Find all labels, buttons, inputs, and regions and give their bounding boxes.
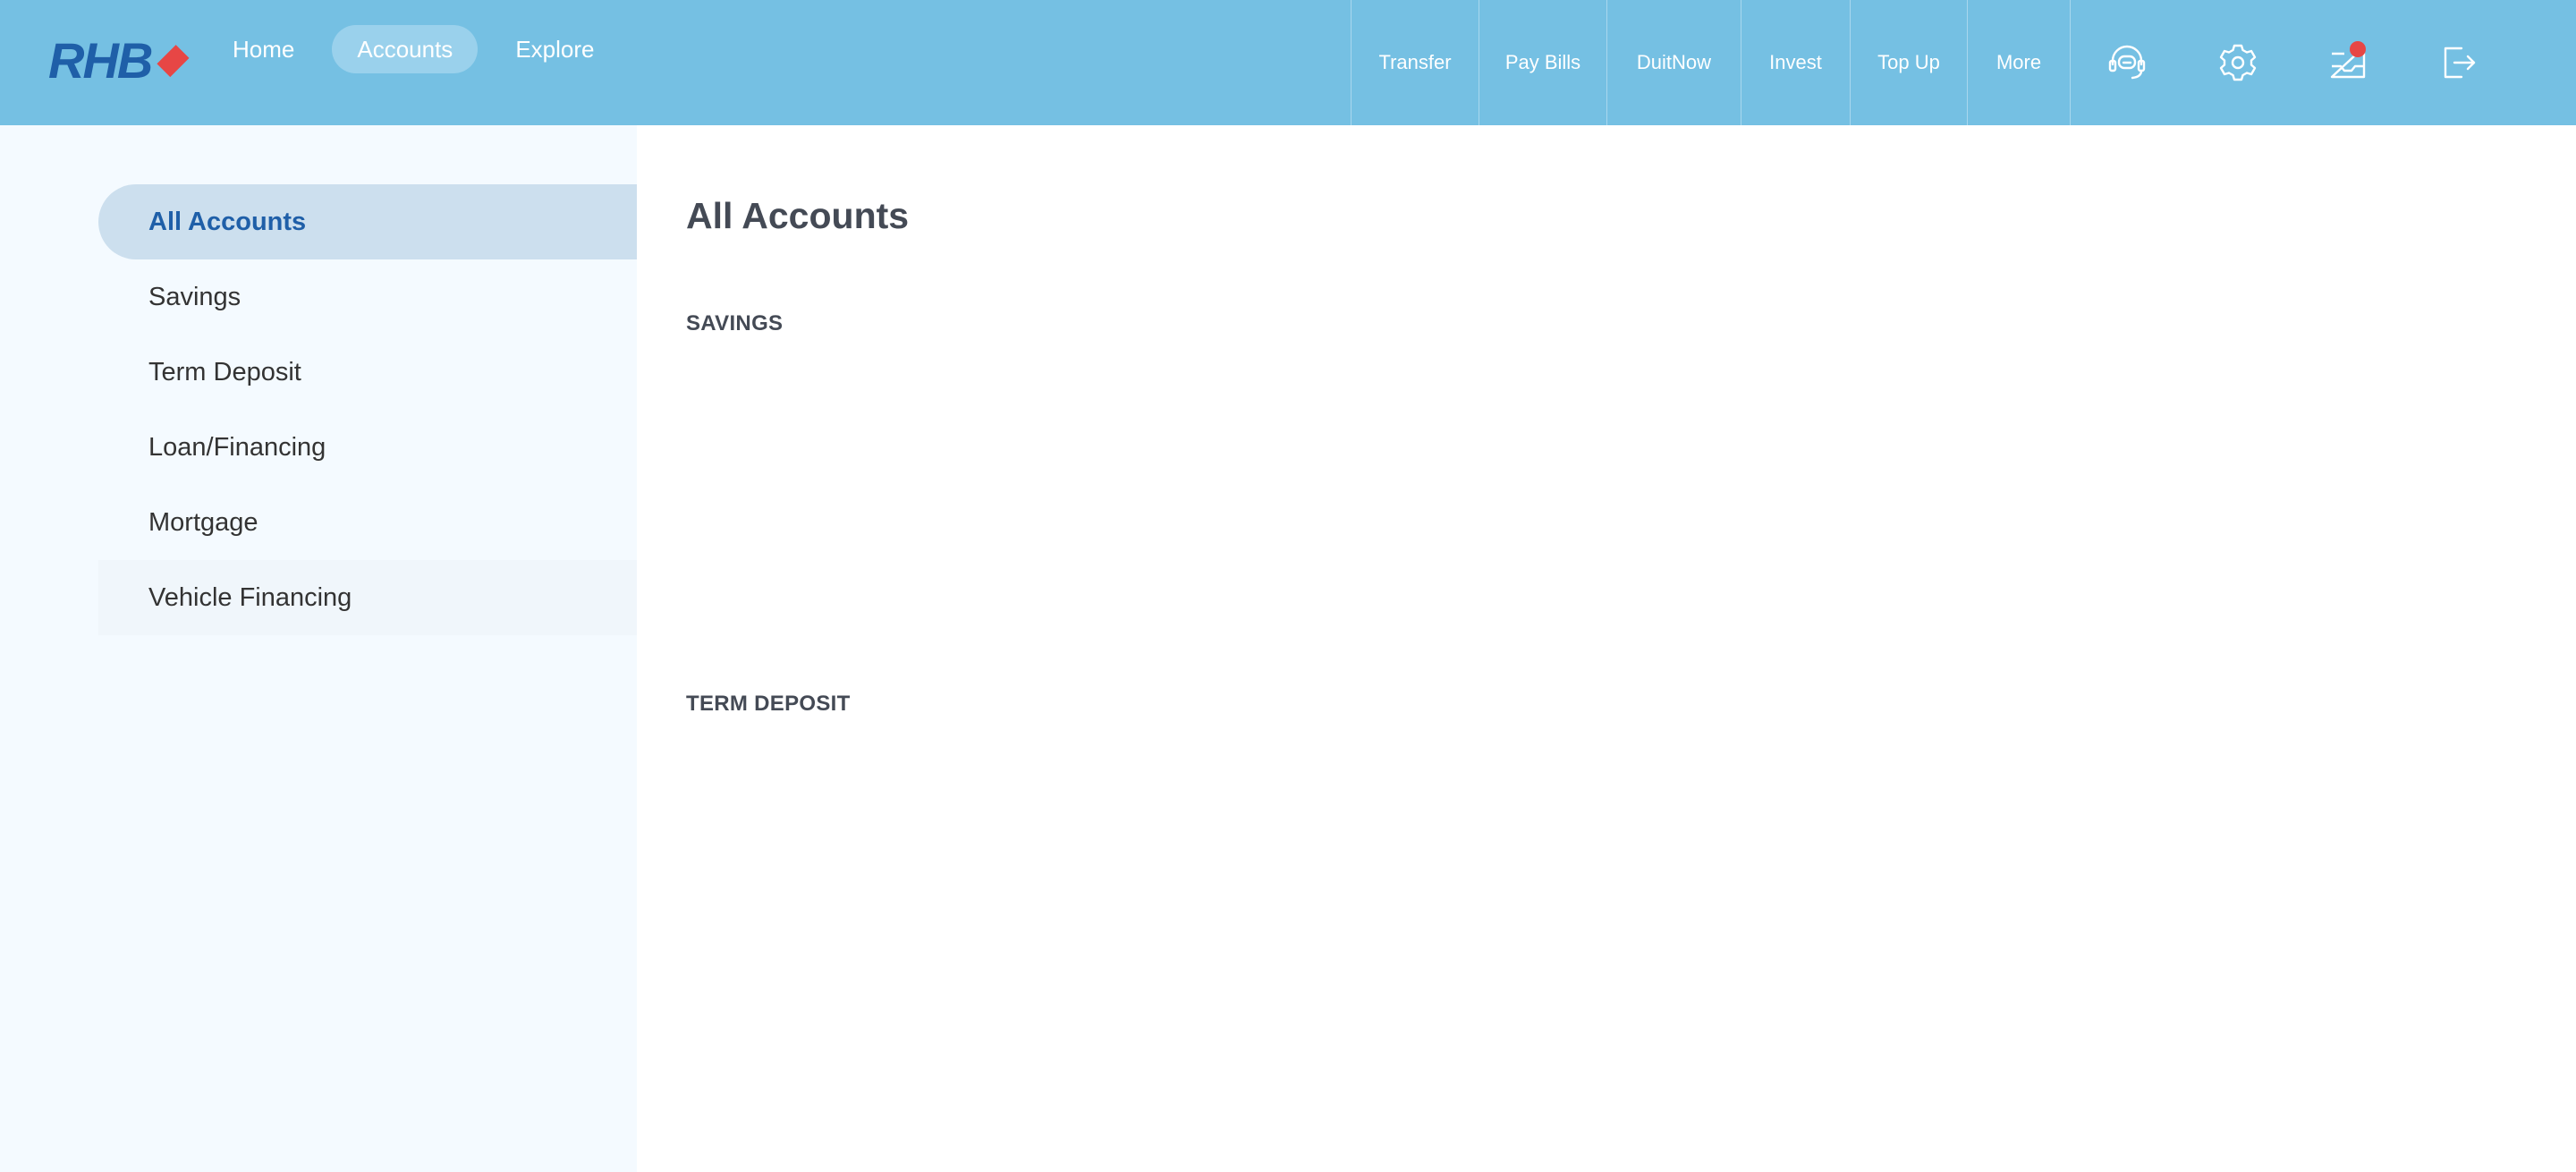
logo-diamond-icon xyxy=(157,45,190,77)
duitnow-button[interactable]: DuitNow xyxy=(1606,0,1741,125)
nav-accounts[interactable]: Accounts xyxy=(332,25,479,73)
sidebar: All Accounts Savings Term Deposit Loan/F… xyxy=(0,125,637,1172)
page-title: All Accounts xyxy=(686,195,910,236)
transfer-button[interactable]: Transfer xyxy=(1351,0,1479,125)
more-button[interactable]: More xyxy=(1967,0,2071,125)
support-icon[interactable] xyxy=(2100,36,2154,89)
logo-text: RHB xyxy=(48,32,153,89)
invest-button[interactable]: Invest xyxy=(1741,0,1850,125)
quick-actions: Transfer Pay Bills DuitNow Invest Top Up… xyxy=(1351,0,2071,125)
primary-nav: Home Accounts Explore xyxy=(208,25,631,73)
sidebar-item-mortgage[interactable]: Mortgage xyxy=(98,485,637,560)
sidebar-item-all-accounts[interactable]: All Accounts xyxy=(98,184,637,259)
settings-icon[interactable] xyxy=(2211,36,2265,89)
top-up-button[interactable]: Top Up xyxy=(1850,0,1967,125)
sidebar-item-vehicle-financing[interactable]: Vehicle Financing xyxy=(98,560,637,635)
logout-icon[interactable] xyxy=(2431,36,2485,89)
notification-badge xyxy=(2350,41,2366,57)
nav-home[interactable]: Home xyxy=(208,25,319,73)
sidebar-item-loan-financing[interactable]: Loan/Financing xyxy=(98,410,637,485)
sidebar-menu: All Accounts Savings Term Deposit Loan/F… xyxy=(98,184,637,635)
sidebar-item-savings[interactable]: Savings xyxy=(98,259,637,335)
main-content: All Accounts SAVINGS TERM DEPOSIT xyxy=(637,125,2576,1172)
rhb-logo[interactable]: RHB xyxy=(48,32,190,89)
section-title-term-deposit: TERM DEPOSIT xyxy=(686,692,851,716)
nav-explore[interactable]: Explore xyxy=(490,25,619,73)
pay-bills-button[interactable]: Pay Bills xyxy=(1479,0,1606,125)
sidebar-item-term-deposit[interactable]: Term Deposit xyxy=(98,335,637,410)
top-navigation-bar: RHB Home Accounts Explore Transfer Pay B… xyxy=(0,0,2576,125)
inbox-icon[interactable] xyxy=(2321,36,2375,89)
section-title-savings: SAVINGS xyxy=(686,311,784,335)
